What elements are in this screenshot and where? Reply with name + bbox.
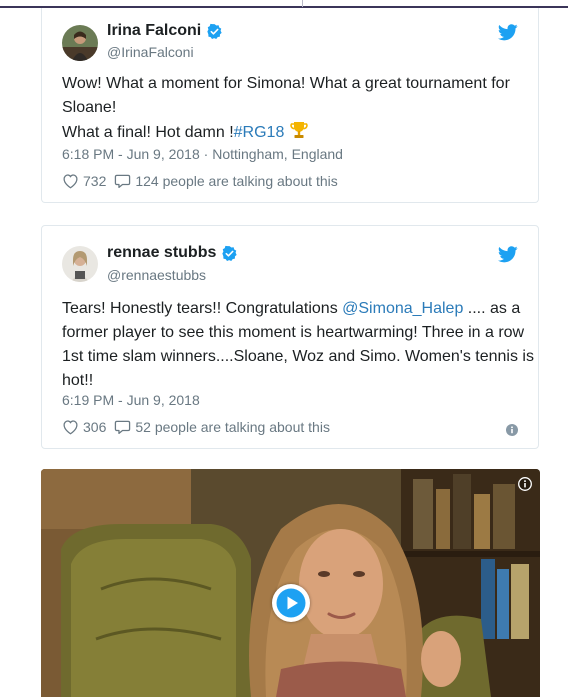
top-bar bbox=[0, 0, 568, 8]
tweet-meta: 6:18 PM - Jun 9, 2018 · Nottingham, Engl… bbox=[62, 146, 343, 162]
author-name[interactable]: rennae stubbs bbox=[107, 244, 216, 262]
verified-badge-icon bbox=[222, 245, 238, 261]
top-divider bbox=[302, 0, 303, 7]
like-button[interactable]: 306 bbox=[62, 419, 106, 435]
tweet-text: Tears! Honestly tears!! Congratulations … bbox=[62, 297, 534, 393]
twitter-bird-icon[interactable] bbox=[498, 246, 518, 263]
timestamp-link[interactable]: 6:19 PM - Jun 9, 2018 bbox=[62, 392, 200, 408]
author-handle[interactable]: @IrinaFalconi bbox=[107, 44, 194, 60]
tweet-text-line: What a final! Hot damn !#RG18 bbox=[62, 120, 532, 145]
avatar-irina-image bbox=[62, 25, 98, 61]
avatar-rennae-image bbox=[62, 246, 98, 282]
timestamp-link[interactable]: 6:18 PM - Jun 9, 2018 bbox=[62, 146, 200, 162]
heart-icon bbox=[63, 174, 78, 189]
author-handle[interactable]: @rennaestubbs bbox=[107, 267, 206, 283]
like-count: 306 bbox=[83, 419, 107, 435]
tweet-text-span: What a final! Hot damn ! bbox=[62, 124, 234, 141]
heart-icon bbox=[63, 420, 78, 435]
talking-count: 124 people are talking about this bbox=[135, 173, 338, 189]
like-count: 732 bbox=[83, 173, 107, 189]
avatar[interactable] bbox=[62, 25, 98, 61]
comment-icon bbox=[115, 174, 131, 189]
tweet-text: Wow! What a moment for Simona! What a gr… bbox=[62, 72, 532, 145]
tweet-card-rennae[interactable]: rennae stubbs @rennaestubbs Tears! Hones… bbox=[41, 225, 539, 449]
play-icon bbox=[276, 588, 306, 618]
video-player[interactable] bbox=[41, 469, 540, 697]
author-row: rennae stubbs bbox=[107, 244, 238, 262]
play-button[interactable] bbox=[272, 584, 310, 622]
tweet-meta: 6:19 PM - Jun 9, 2018 bbox=[62, 392, 200, 408]
tweet-actions: 306 52 people are talking about this bbox=[62, 419, 338, 435]
like-button[interactable]: 732 bbox=[62, 173, 106, 189]
talking-count: 52 people are talking about this bbox=[135, 419, 330, 435]
info-icon[interactable] bbox=[506, 424, 518, 436]
hashtag-link[interactable]: #RG18 bbox=[234, 124, 285, 141]
tweet-text-span: Tears! Honestly tears!! Congratulations bbox=[62, 300, 343, 317]
comment-button[interactable]: 124 people are talking about this bbox=[114, 173, 338, 189]
tweet-actions: 732 124 people are talking about this bbox=[62, 173, 346, 189]
comment-button[interactable]: 52 people are talking about this bbox=[114, 419, 330, 435]
trophy-icon bbox=[290, 122, 308, 138]
avatar[interactable] bbox=[62, 246, 98, 282]
verified-badge-icon bbox=[207, 23, 222, 39]
video-thumbnail bbox=[41, 469, 540, 697]
tweet-text-line: Wow! What a moment for Simona! What a gr… bbox=[62, 75, 510, 116]
author-row: Irina Falconi bbox=[107, 22, 223, 40]
comment-icon bbox=[115, 420, 131, 435]
author-name[interactable]: Irina Falconi bbox=[107, 22, 201, 40]
tweet-card-irina[interactable]: Irina Falconi @IrinaFalconi Wow! What a … bbox=[41, 8, 539, 203]
meta-separator: · bbox=[203, 146, 209, 162]
twitter-bird-icon[interactable] bbox=[498, 24, 518, 41]
mention-link[interactable]: @Simona_Halep bbox=[342, 300, 463, 317]
location-link[interactable]: Nottingham, England bbox=[212, 146, 343, 162]
info-icon[interactable] bbox=[518, 477, 532, 491]
